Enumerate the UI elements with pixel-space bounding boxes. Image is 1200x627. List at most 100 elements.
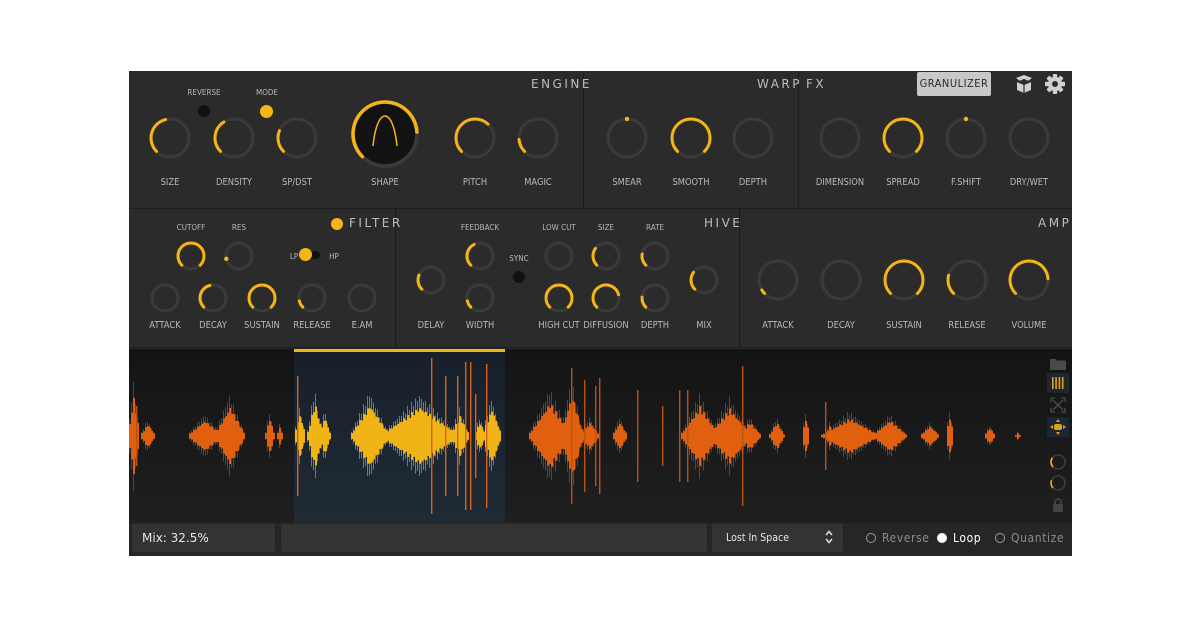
fx-spread-knob[interactable] (880, 115, 926, 161)
side-knob-1[interactable] (1047, 452, 1069, 472)
folder-icon[interactable] (1047, 353, 1069, 373)
waveform-bar (987, 430, 989, 442)
expand-icon[interactable] (1047, 395, 1069, 415)
waveform-bar (327, 427, 329, 445)
filter-env-release-knob[interactable] (295, 281, 329, 315)
knob-value-arc (883, 259, 925, 295)
hive-size-knob[interactable] (589, 239, 623, 273)
amp-volume-knob[interactable] (1006, 257, 1052, 303)
waveform-bar (495, 420, 497, 452)
waveform-bar (389, 428, 391, 444)
hive-delay-knob[interactable] (414, 263, 448, 297)
amp-attack-knob[interactable] (755, 257, 801, 303)
waveform-bar (361, 420, 363, 452)
filter-cutoff-knob[interactable] (174, 239, 208, 273)
waveform-bar (141, 433, 143, 439)
quantize-radio[interactable]: Quantize (995, 523, 1064, 553)
fx-dimension-knob[interactable] (817, 115, 863, 161)
hive-rate-knob[interactable] (638, 239, 672, 273)
hive-lowcut-knob[interactable] (542, 239, 576, 273)
mix-readout-text: Mix: 32.5% (142, 531, 209, 545)
waveform-bar (713, 427, 715, 445)
warp-smooth-knob[interactable] (668, 115, 714, 161)
hive-diffusion-knob[interactable] (589, 281, 623, 315)
waveform-bar (207, 423, 209, 449)
hive-depth-knob[interactable] (638, 281, 672, 315)
waveform-display[interactable] (129, 349, 1072, 523)
box-icon[interactable] (1013, 73, 1035, 95)
amp-decay-knob[interactable] (818, 257, 864, 303)
preset-selector[interactable]: Lost In Space (712, 524, 843, 552)
filter-env-eam-knob[interactable] (345, 281, 379, 315)
reverse-toggle[interactable] (198, 105, 210, 117)
waveform-bar (373, 412, 375, 460)
sync-toggle[interactable] (513, 271, 525, 283)
waveform-bar (723, 419, 725, 453)
waveform-bar (745, 428, 747, 444)
hive-width-knob[interactable] (463, 281, 497, 315)
waveform-transient (465, 362, 467, 510)
waveform-bar (625, 432, 627, 440)
engine-magic-knob[interactable] (515, 115, 561, 161)
knob-indicator-dot (624, 116, 630, 122)
waveform-bar (867, 430, 869, 442)
waveform-bar (573, 401, 575, 471)
reverse-radio[interactable]: Reverse (866, 523, 930, 553)
hive-mix-knob[interactable] (687, 263, 721, 297)
waveform-bar (433, 416, 435, 456)
gear-icon[interactable] (1044, 73, 1066, 95)
waveform-bar (391, 428, 393, 444)
waveform-bar (561, 423, 563, 449)
waveform-bar (299, 416, 301, 456)
fx-fshift-knob[interactable] (943, 115, 989, 161)
loop-radio[interactable]: Loop (937, 523, 981, 553)
lock-icon[interactable] (1047, 495, 1069, 515)
waveform-bar (923, 432, 925, 440)
warp-depth-knob[interactable] (730, 115, 776, 161)
waveform-bar (883, 426, 885, 446)
waveform-bar (839, 424, 841, 448)
filter-env-attack-knob[interactable] (148, 281, 182, 315)
waveform-bar (303, 429, 305, 443)
knob-track (757, 259, 799, 295)
grid-bars-icon[interactable] (1047, 373, 1069, 393)
hive-highcut-knob[interactable] (542, 281, 576, 315)
granulizer-mode-button[interactable]: GRANULIZER (917, 72, 991, 96)
warp-smear-knob[interactable] (604, 115, 650, 161)
updown-chevron-icon[interactable] (825, 529, 833, 549)
filter-enable-toggle[interactable] (331, 218, 343, 230)
engine-spdst-knob[interactable] (274, 115, 320, 161)
hive-feedback-knob[interactable] (463, 239, 497, 273)
engine-pitch-knob[interactable] (452, 115, 498, 161)
engine-size-knob[interactable] (147, 115, 193, 161)
waveform-bar (807, 427, 809, 445)
waveform-bar (307, 431, 309, 441)
filter-env-sustain-knob[interactable] (245, 281, 279, 315)
waveform-bar (461, 423, 463, 449)
waveform-bar (991, 430, 993, 442)
move-icon[interactable] (1047, 417, 1069, 437)
amp-sustain-knob[interactable] (881, 257, 927, 303)
filter-res-knob[interactable] (222, 239, 256, 273)
waveform-bar (133, 398, 135, 474)
mode-toggle[interactable] (260, 105, 273, 118)
knob-track (297, 283, 327, 309)
hive-rate-label: RATE (645, 223, 665, 232)
waveform-bar (375, 416, 377, 456)
engine-density-knob[interactable] (211, 115, 257, 161)
radio-circle (866, 533, 876, 543)
knob-value-arc (297, 299, 305, 309)
waveform-bar (901, 431, 903, 441)
waveform-bar (217, 429, 219, 443)
engine-shape-knob[interactable] (349, 98, 421, 170)
filter-env-decay-knob[interactable] (196, 281, 230, 315)
waveform-bar (409, 417, 411, 455)
side-knob-2[interactable] (1047, 473, 1069, 493)
waveform-bar (567, 410, 569, 462)
waveform-bar (555, 411, 557, 461)
fx-drywet-knob[interactable] (1006, 115, 1052, 161)
waveform-bar (851, 419, 853, 453)
waveform-bar (695, 412, 697, 460)
waveform-bar (533, 426, 535, 446)
amp-release-knob[interactable] (944, 257, 990, 303)
